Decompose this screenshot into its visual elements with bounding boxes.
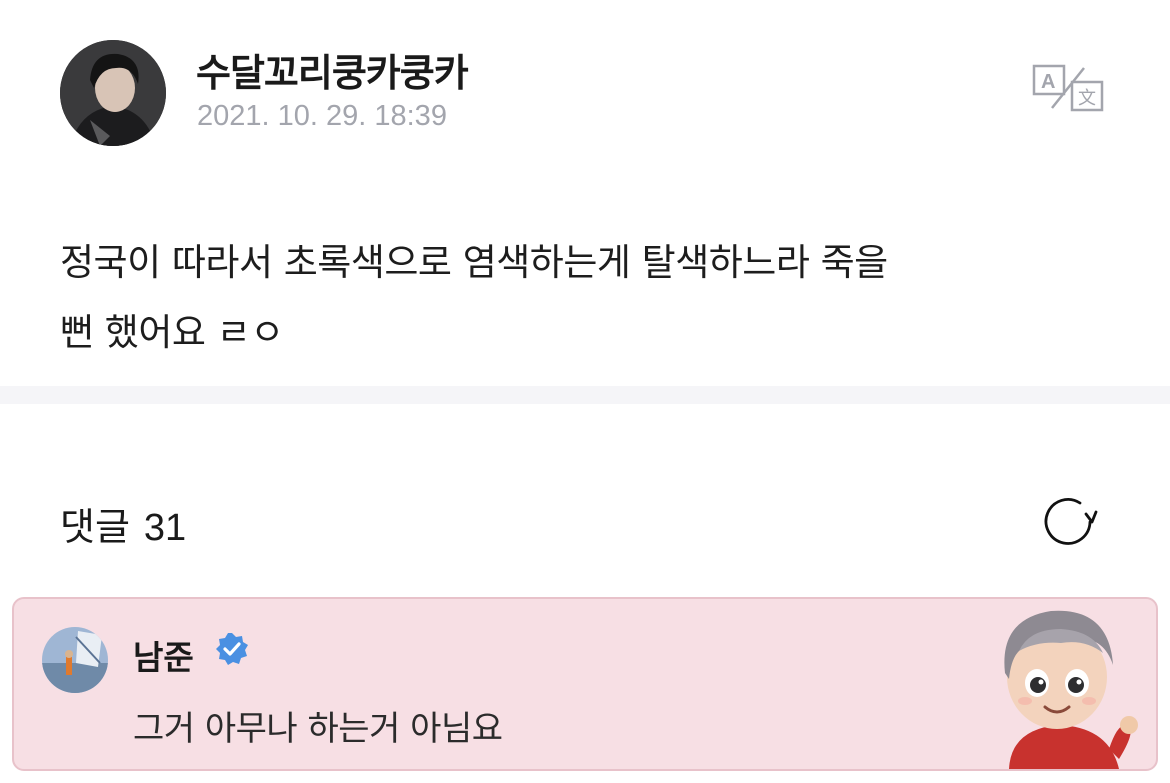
refresh-button[interactable] bbox=[1040, 492, 1098, 550]
verified-badge-icon bbox=[216, 633, 248, 665]
comments-label: 댓글 bbox=[60, 505, 130, 549]
post-header: 수달꼬리쿵카쿵카 2021. 10. 29. 18:39 A 文 bbox=[0, 0, 1170, 170]
author-avatar[interactable] bbox=[60, 40, 166, 146]
translate-icon: A 文 bbox=[1032, 64, 1104, 112]
post-body-line: 뻔 했어요 ㄹㅇ bbox=[60, 311, 284, 354]
commenter-name[interactable]: 남준 bbox=[133, 631, 194, 679]
commenter-avatar[interactable] bbox=[42, 627, 108, 693]
comment-text: 그거 아무나 하는거 아님요 bbox=[133, 709, 503, 749]
svg-text:A: A bbox=[1041, 71, 1055, 93]
author-name[interactable]: 수달꼬리쿵카쿵카 bbox=[196, 42, 469, 97]
post-body-line: 정국이 따라서 초록색으로 염색하는게 탈색하느라 죽을 bbox=[60, 241, 888, 284]
post-date: 2021. 10. 29. 18:39 bbox=[197, 100, 447, 132]
refresh-icon bbox=[1044, 498, 1098, 545]
svg-text:文: 文 bbox=[1078, 88, 1096, 109]
section-divider bbox=[0, 386, 1170, 404]
comments-count: 31 bbox=[143, 507, 187, 549]
character-sticker bbox=[969, 599, 1149, 769]
post-body: 정국이 따라서 초록색으로 염색하는게 탈색하느라 죽을 뻔 했어요 ㄹㅇ bbox=[60, 228, 1120, 368]
translate-button[interactable]: A 文 bbox=[1030, 62, 1106, 114]
comments-header: 댓글 31 bbox=[60, 496, 186, 551]
comment-card: 남준 그거 아무나 하는거 아님요 bbox=[12, 597, 1158, 771]
